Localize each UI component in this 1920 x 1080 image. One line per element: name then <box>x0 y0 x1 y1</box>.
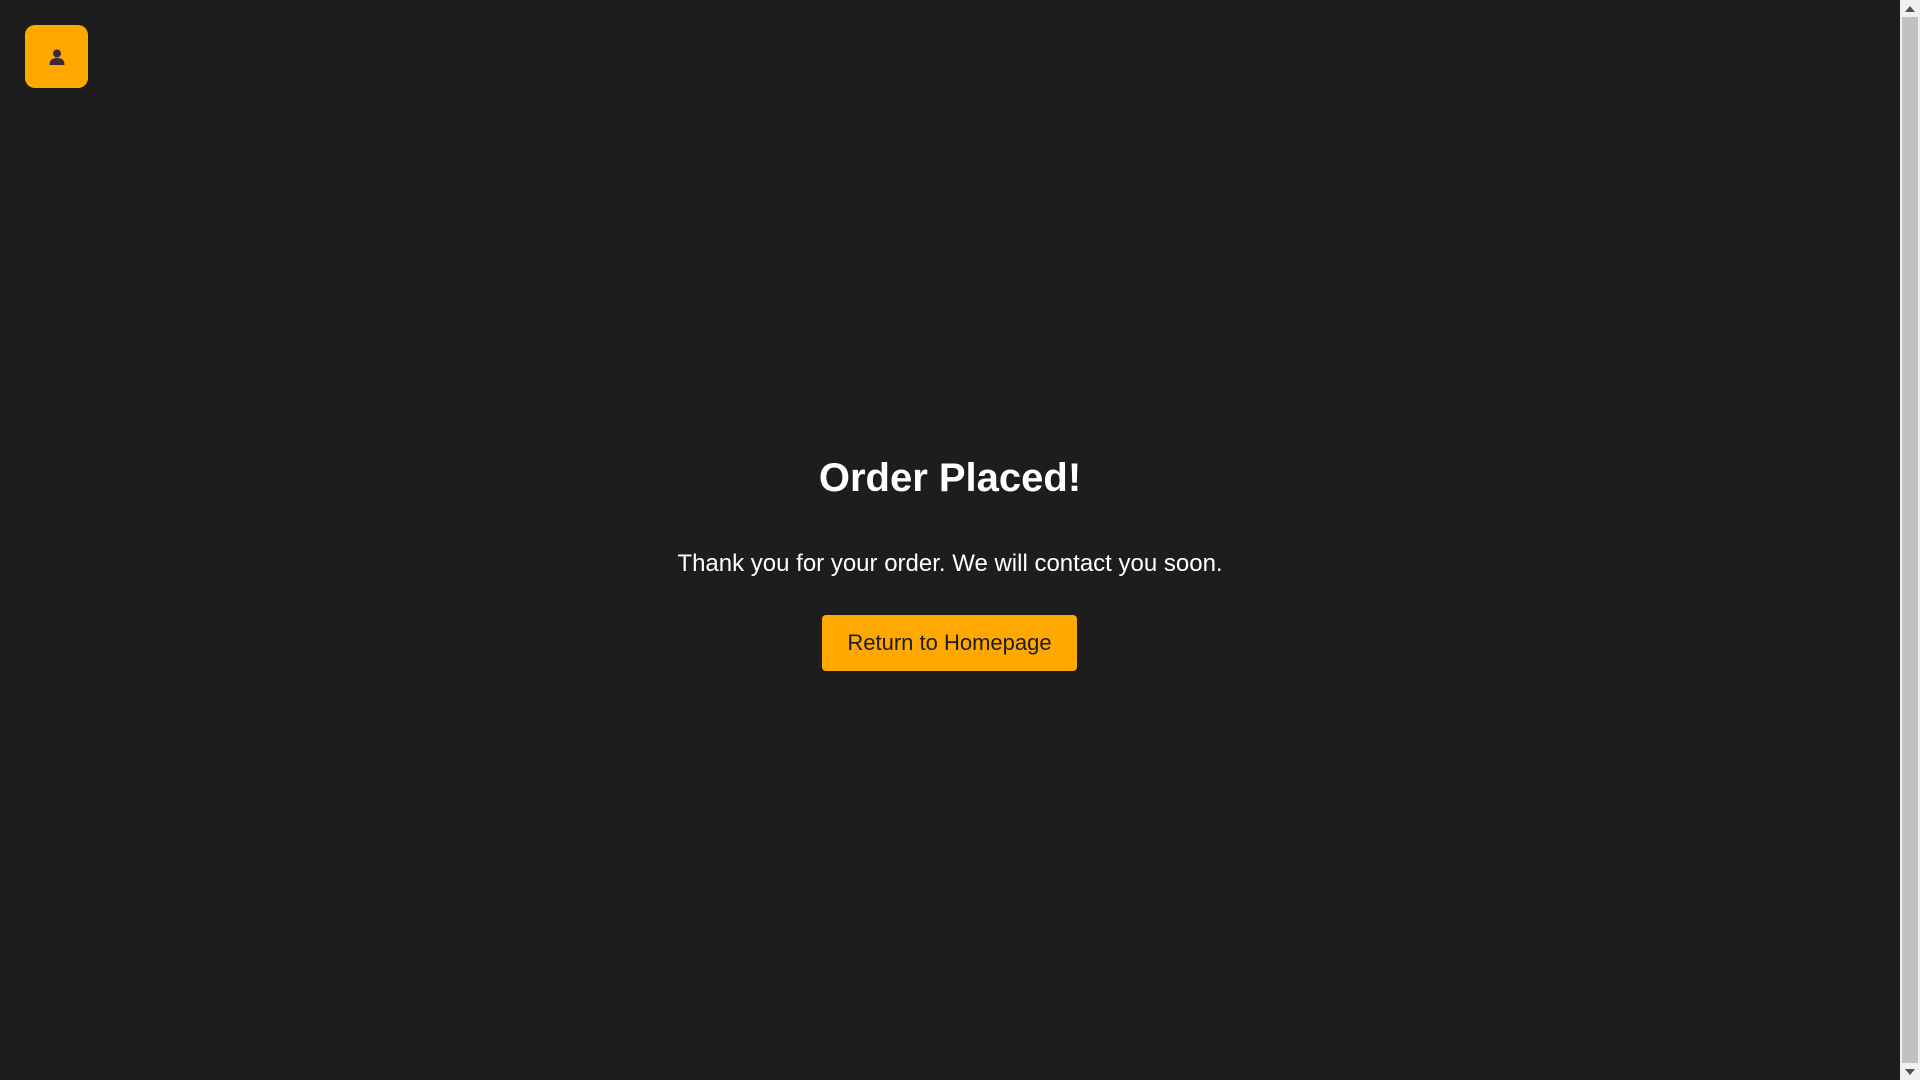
scrollbar-thumb[interactable] <box>1902 17 1918 1063</box>
confirmation-message: Thank you for your order. We will contac… <box>677 550 1223 577</box>
order-confirmation: Order Placed! Thank you for your order. … <box>0 0 1900 1080</box>
scroll-up-arrow-icon[interactable] <box>1900 0 1920 17</box>
return-to-homepage-button[interactable]: Return to Homepage <box>822 615 1077 671</box>
page-title: Order Placed! <box>818 456 1082 500</box>
vertical-scrollbar[interactable] <box>1900 0 1920 1080</box>
scroll-down-arrow-icon[interactable] <box>1900 1063 1920 1080</box>
page: Order Placed! Thank you for your order. … <box>0 0 1900 1080</box>
